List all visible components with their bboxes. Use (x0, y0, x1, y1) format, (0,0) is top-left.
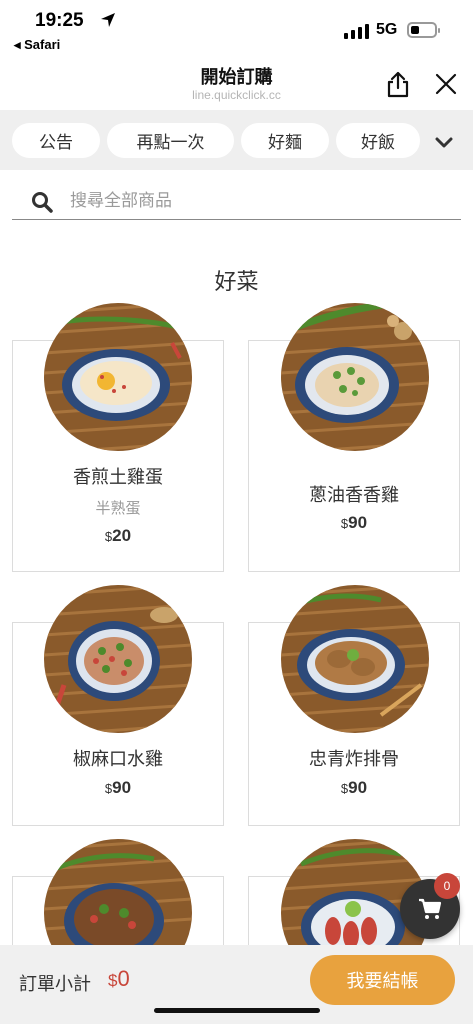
network-type: 5G (376, 21, 398, 38)
chevron-down-icon (435, 137, 453, 148)
category-tabs: 公告 再點一次 好麵 好飯 (0, 110, 473, 170)
product-name: 椒麻口水雞 (73, 749, 163, 770)
section-title: 好菜 (214, 270, 259, 295)
product-name: 蔥油香香雞 (309, 485, 399, 506)
location-arrow-icon (100, 12, 116, 32)
search-icon (31, 191, 53, 217)
product-image[interactable] (44, 303, 192, 451)
page-header: 開始訂購 line.quickclick.cc (0, 56, 473, 110)
product-image[interactable] (281, 303, 429, 451)
status-time: 19:25 (35, 10, 84, 31)
product-price: $20 (104, 526, 132, 545)
close-button[interactable] (434, 72, 458, 96)
close-icon (435, 73, 457, 95)
product-subtitle: 半熟蛋 (95, 499, 141, 517)
subtotal-value: $0 (108, 966, 130, 991)
product-price: $90 (104, 778, 132, 797)
product-name: 香煎土雞蛋 (73, 467, 163, 488)
product-name: 忠青炸排骨 (309, 749, 399, 770)
signal-icon (344, 24, 369, 39)
product-image[interactable] (44, 585, 192, 733)
tabs-expand-button[interactable] (435, 134, 453, 153)
product-image[interactable] (281, 585, 429, 733)
back-to-safari-link[interactable]: ◂ Safari (14, 37, 60, 53)
tab-reorder[interactable]: 再點一次 (107, 123, 234, 158)
cart-icon (418, 898, 442, 924)
search-bar (12, 185, 461, 220)
product-price: $90 (340, 778, 368, 797)
status-bar: 19:25 ◂ Safari 5G (0, 0, 473, 56)
checkout-button[interactable]: 我要結帳 (310, 955, 455, 1005)
tab-announcement[interactable]: 公告 (12, 123, 100, 158)
bottom-bar: 訂單小計 $0 我要結帳 (0, 945, 473, 1024)
search-input[interactable] (70, 188, 450, 214)
home-indicator[interactable] (154, 1008, 320, 1013)
battery-icon (407, 22, 440, 38)
product-price: $90 (340, 513, 368, 532)
tab-rice[interactable]: 好飯 (336, 123, 420, 158)
tab-noodles[interactable]: 好麵 (241, 123, 329, 158)
share-icon (387, 71, 409, 98)
subtotal-label: 訂單小計 (19, 974, 91, 995)
cart-count-badge: 0 (434, 873, 460, 899)
share-button[interactable] (385, 70, 411, 98)
